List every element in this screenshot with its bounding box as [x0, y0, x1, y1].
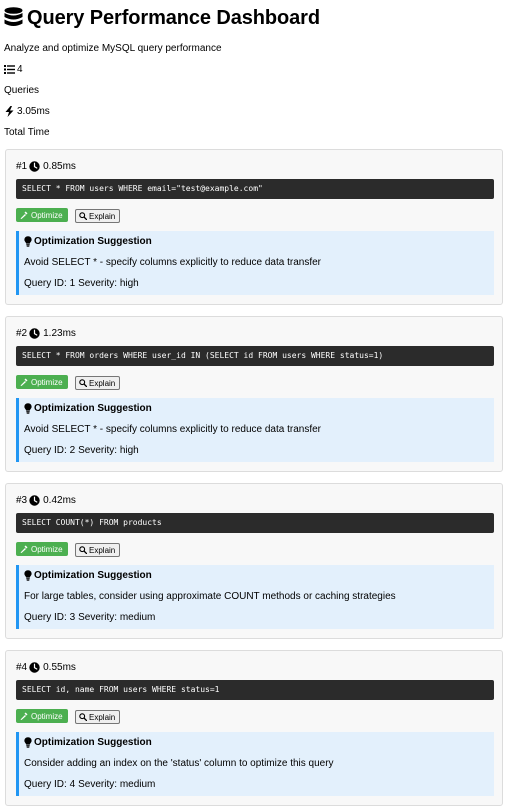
optimize-button[interactable]: Optimize [16, 375, 68, 389]
query-header: #2 1.23ms [16, 327, 76, 339]
suggestion-text: Consider adding an index on the 'status'… [24, 758, 334, 769]
optimize-button-label: Optimize [31, 377, 63, 387]
query-card-3: #3 0.42ms SELECT COUNT(*) FROM products … [5, 483, 503, 639]
queries-stat: 4 [4, 64, 23, 75]
explain-button-label: Explain [89, 211, 116, 221]
clock-icon [29, 661, 40, 673]
search-icon [79, 379, 87, 387]
suggestion-box: Optimization Suggestion Consider adding … [16, 732, 494, 796]
query-number: #1 [16, 160, 28, 172]
query-number: #3 [16, 494, 28, 506]
explain-button[interactable]: Explain [75, 543, 121, 557]
severity-label: Severity: high [78, 445, 139, 456]
query-time: 0.42ms [43, 494, 76, 506]
list-icon [4, 65, 15, 74]
query-id: Query ID: 2 [24, 445, 76, 456]
wand-icon [20, 712, 28, 720]
suggestion-title-text: Optimization Suggestion [34, 403, 152, 414]
explain-button-label: Explain [89, 545, 116, 555]
suggestion-text: For large tables, consider using approxi… [24, 591, 396, 602]
clock-icon [29, 494, 40, 506]
time-stat: 3.05ms [4, 106, 50, 117]
severity-label: Severity: medium [78, 779, 156, 790]
page-subtitle: Analyze and optimize MySQL query perform… [4, 43, 222, 54]
lightbulb-icon [24, 236, 32, 247]
query-sql: SELECT * FROM users WHERE email="test@ex… [16, 179, 494, 199]
wand-icon [20, 545, 28, 553]
suggestion-title: Optimization Suggestion [24, 403, 152, 414]
query-sql: SELECT COUNT(*) FROM products [16, 513, 494, 533]
optimize-button-label: Optimize [31, 544, 63, 554]
optimize-button-label: Optimize [31, 210, 63, 220]
suggestion-title-text: Optimization Suggestion [34, 236, 152, 247]
suggestion-title: Optimization Suggestion [24, 570, 152, 581]
queries-label: Queries [4, 85, 40, 96]
query-id: Query ID: 4 [24, 779, 76, 790]
explain-button[interactable]: Explain [75, 209, 121, 223]
queries-count: 4 [17, 64, 23, 75]
query-id: Query ID: 3 [24, 612, 76, 623]
page-title: Query Performance Dashboard [4, 5, 320, 31]
query-header: #1 0.85ms [16, 160, 76, 172]
suggestion-title: Optimization Suggestion [24, 737, 152, 748]
search-icon [79, 713, 87, 721]
explain-button-label: Explain [89, 378, 116, 388]
lightbulb-icon [24, 403, 32, 414]
query-id: Query ID: 1 [24, 278, 76, 289]
dashboard-page: Query Performance Dashboard Analyze and … [0, 0, 515, 808]
query-card-4: #4 0.55ms SELECT id, name FROM users WHE… [5, 650, 503, 806]
query-time: 0.55ms [43, 661, 76, 673]
severity-label: Severity: medium [78, 612, 156, 623]
suggestion-box: Optimization Suggestion Avoid SELECT * -… [16, 231, 494, 295]
suggestion-title-text: Optimization Suggestion [34, 737, 152, 748]
database-icon [4, 7, 23, 26]
suggestion-meta: Query ID: 4 Severity: medium [24, 779, 155, 790]
explain-button[interactable]: Explain [75, 376, 121, 390]
suggestion-meta: Query ID: 1 Severity: high [24, 278, 139, 289]
query-sql: SELECT * FROM orders WHERE user_id IN (S… [16, 346, 494, 366]
query-number: #2 [16, 327, 28, 339]
suggestion-text: Avoid SELECT * - specify columns explici… [24, 257, 321, 268]
query-number: #4 [16, 661, 28, 673]
query-header: #4 0.55ms [16, 661, 76, 673]
optimize-button[interactable]: Optimize [16, 542, 68, 556]
query-time: 1.23ms [43, 327, 76, 339]
suggestion-box: Optimization Suggestion For large tables… [16, 565, 494, 629]
lightbulb-icon [24, 570, 32, 581]
suggestion-meta: Query ID: 2 Severity: high [24, 445, 139, 456]
query-header: #3 0.42ms [16, 494, 76, 506]
optimize-button[interactable]: Optimize [16, 208, 68, 222]
query-time: 0.85ms [43, 160, 76, 172]
optimize-button[interactable]: Optimize [16, 709, 68, 723]
explain-button[interactable]: Explain [75, 710, 121, 724]
search-icon [79, 212, 87, 220]
query-card-2: #2 1.23ms SELECT * FROM orders WHERE use… [5, 316, 503, 472]
suggestion-title-text: Optimization Suggestion [34, 570, 152, 581]
explain-button-label: Explain [89, 712, 116, 722]
severity-label: Severity: high [78, 278, 139, 289]
optimize-button-label: Optimize [31, 711, 63, 721]
wand-icon [20, 378, 28, 386]
query-card-1: #1 0.85ms SELECT * FROM users WHERE emai… [5, 149, 503, 305]
page-title-text: Query Performance Dashboard [27, 6, 320, 29]
suggestion-title: Optimization Suggestion [24, 236, 152, 247]
clock-icon [29, 327, 40, 339]
lightbulb-icon [24, 737, 32, 748]
suggestion-text: Avoid SELECT * - specify columns explici… [24, 424, 321, 435]
total-time-label: Total Time [4, 127, 50, 138]
bolt-icon [5, 106, 14, 117]
suggestion-meta: Query ID: 3 Severity: medium [24, 612, 155, 623]
clock-icon [29, 160, 40, 172]
suggestion-box: Optimization Suggestion Avoid SELECT * -… [16, 398, 494, 462]
wand-icon [20, 211, 28, 219]
search-icon [79, 546, 87, 554]
total-time-value: 3.05ms [17, 106, 50, 117]
query-sql: SELECT id, name FROM users WHERE status=… [16, 680, 494, 700]
